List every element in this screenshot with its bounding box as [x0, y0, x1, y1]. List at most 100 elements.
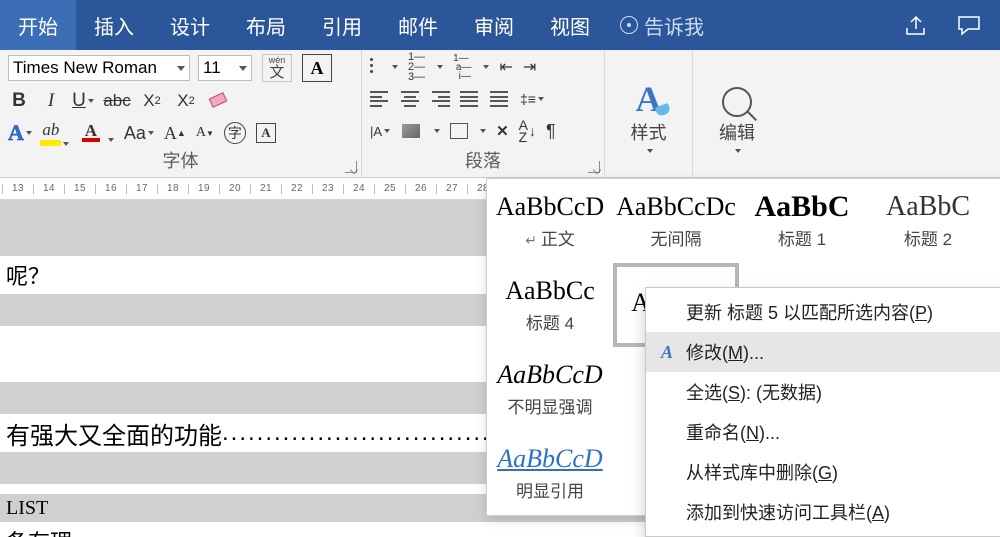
- context-menu-item[interactable]: 添加到快速访问工具栏(A): [646, 492, 1000, 532]
- tab-home[interactable]: 开始: [0, 0, 76, 50]
- ruler-tick: 19: [188, 184, 219, 194]
- ruler-tick: 14: [33, 184, 64, 194]
- style-preview: AaBbCcDc: [616, 193, 736, 221]
- show-marks-button[interactable]: ¶: [546, 121, 556, 142]
- bullets-button[interactable]: [370, 58, 398, 76]
- italic-button[interactable]: I: [40, 90, 62, 112]
- numbering-button[interactable]: 1—2—3—: [408, 52, 425, 82]
- line-spacing-button[interactable]: ‡≡: [520, 91, 544, 107]
- edit-button[interactable]: 编辑: [693, 50, 781, 177]
- tab-references[interactable]: 引用: [304, 0, 380, 50]
- style-context-menu: 更新 标题 5 以匹配所选内容(P)A修改(M)... 全选(S): (无数据) 重…: [645, 287, 1000, 537]
- align-distribute-button[interactable]: [490, 91, 510, 107]
- enclose-characters-button[interactable]: 字: [224, 122, 246, 144]
- tell-me-search[interactable]: 告诉我: [608, 11, 716, 40]
- font-color-button[interactable]: A: [78, 124, 104, 142]
- group-paragraph: 1—2—3— 1— a— i— ⇤ ⇥ ‡≡ |A ✕ AZ↓ ¶: [362, 50, 605, 177]
- style-preview: AaBbCcD: [496, 193, 604, 221]
- highlight-button[interactable]: ab: [42, 120, 68, 146]
- change-case-button[interactable]: Aa: [124, 123, 154, 144]
- character-border-button[interactable]: A: [302, 54, 332, 82]
- tab-insert[interactable]: 插入: [76, 0, 152, 50]
- clear-formatting-button[interactable]: [208, 91, 230, 111]
- context-menu-item[interactable]: 从样式库中删除(G): [646, 452, 1000, 492]
- menu-item-label: 全选(S): (无数据): [686, 379, 822, 405]
- style-gallery-item[interactable]: AaBbC标题 2: [865, 179, 991, 263]
- chevron-down-icon: [434, 129, 440, 133]
- ruler-tick: 20: [219, 184, 250, 194]
- style-gallery-item[interactable]: AaBbCcD 正文: [487, 179, 613, 263]
- style-gallery-item[interactable]: AaBbCcDc无间隔: [613, 179, 739, 263]
- context-menu-item[interactable]: 全选(S): (无数据): [646, 372, 1000, 412]
- share-icon[interactable]: [904, 14, 930, 36]
- bold-button[interactable]: B: [8, 90, 30, 112]
- ruler-tick: 21: [250, 184, 281, 194]
- edit-label: 编辑: [719, 119, 755, 145]
- paragraph-dialog-launcher[interactable]: [588, 161, 600, 173]
- ruler-tick: 26: [405, 184, 436, 194]
- style-gallery-item[interactable]: AaBbCcD明显引用: [487, 431, 613, 515]
- align-left-button[interactable]: [370, 91, 390, 107]
- ruler-tick: 27: [436, 184, 467, 194]
- context-menu-item[interactable]: 更新 标题 5 以匹配所选内容(P): [646, 292, 1000, 332]
- style-gallery-item[interactable]: AaBbCc标题 4: [487, 263, 613, 347]
- ruler-tick: 18: [157, 184, 188, 194]
- ruler-tick: 23: [312, 184, 343, 194]
- align-right-button[interactable]: [430, 91, 450, 107]
- shading-button[interactable]: [400, 122, 422, 140]
- menu-item-label: 从样式库中删除(G): [686, 459, 838, 485]
- menu-item-label: 添加到快速访问工具栏(A): [686, 499, 890, 525]
- increase-indent-button[interactable]: ⇥: [523, 57, 536, 77]
- font-dialog-launcher[interactable]: [345, 161, 357, 173]
- tab-design[interactable]: 设计: [152, 0, 228, 50]
- comment-icon[interactable]: [956, 14, 982, 36]
- style-preview: AaBbCcD: [497, 361, 602, 389]
- font-size-combo[interactable]: 11: [198, 55, 252, 81]
- font-name-combo[interactable]: Times New Roman: [8, 55, 190, 81]
- font-name-value: Times New Roman: [13, 58, 157, 78]
- tab-mail[interactable]: 邮件: [380, 0, 456, 50]
- menu-item-label: 重命名(N)...: [686, 419, 780, 445]
- text-effects-button[interactable]: A: [8, 120, 32, 146]
- phonetic-guide-button[interactable]: wén 文: [262, 54, 292, 82]
- ruler-tick: 22: [281, 184, 312, 194]
- ruler-tick: 13: [2, 184, 33, 194]
- decrease-indent-button[interactable]: ⇤: [499, 57, 512, 77]
- chevron-down-icon: [177, 66, 185, 71]
- style-gallery-item[interactable]: AaBbC标题 1: [739, 179, 865, 263]
- style-caption: 正文: [525, 225, 575, 250]
- multilevel-list-button[interactable]: 1— a— i—: [453, 54, 471, 81]
- chevron-down-icon: [480, 129, 486, 133]
- chevron-down-icon: [437, 65, 443, 69]
- tab-review[interactable]: 审阅: [456, 0, 532, 50]
- ruler-tick: 15: [64, 184, 95, 194]
- tab-layout[interactable]: 布局: [228, 0, 304, 50]
- search-icon: [722, 87, 752, 117]
- underline-button[interactable]: U: [72, 90, 94, 112]
- style-caption: 不明显强调: [508, 393, 593, 418]
- style-gallery-item[interactable]: A: [991, 179, 1000, 263]
- character-shading-button[interactable]: A: [256, 123, 276, 143]
- borders-button[interactable]: [450, 123, 468, 139]
- strikethrough-button[interactable]: abc: [104, 91, 130, 111]
- ruler-tick: 25: [374, 184, 405, 194]
- styles-button[interactable]: A 样式: [605, 50, 693, 177]
- style-gallery-item[interactable]: AaBbCcD 不明显强调: [487, 347, 613, 431]
- styles-label: 样式: [631, 119, 667, 145]
- context-menu-item[interactable]: 重命名(N)...: [646, 412, 1000, 452]
- align-justify-button[interactable]: [460, 91, 480, 107]
- context-menu-item[interactable]: A修改(M)...: [646, 332, 1000, 372]
- chevron-down-icon: [647, 149, 653, 153]
- tab-view[interactable]: 视图: [532, 0, 608, 50]
- chevron-down-icon: [239, 66, 247, 71]
- text-direction-button[interactable]: |A: [370, 124, 390, 139]
- snap-to-grid-button[interactable]: ✕: [496, 122, 509, 141]
- style-caption: 标题 4: [526, 309, 574, 334]
- align-center-button[interactable]: [400, 91, 420, 107]
- sort-button[interactable]: AZ↓: [519, 119, 536, 143]
- shrink-font-button[interactable]: A▼: [196, 125, 214, 141]
- grow-font-button[interactable]: A▲: [164, 123, 186, 144]
- subscript-button[interactable]: X2: [140, 91, 164, 111]
- superscript-button[interactable]: X2: [174, 91, 198, 111]
- style-caption: 标题 2: [904, 225, 952, 250]
